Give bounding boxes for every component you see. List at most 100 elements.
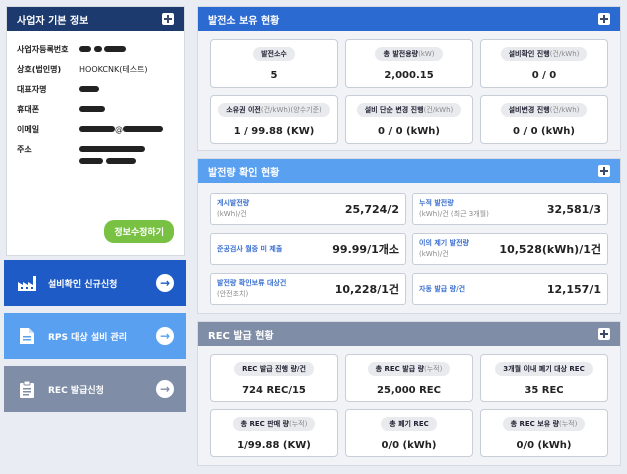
expand-plus-icon[interactable] — [598, 13, 610, 25]
user-info-panel: 사업자 기본 정보 사업자등록번호 상호(법인명) HOOKCNK(테스트) 대… — [6, 6, 185, 256]
nav-label: RPS 대상 설비 관리 — [48, 332, 128, 343]
stat-label: 설비변경 진행(건/kWh) — [500, 103, 588, 117]
gen-stat-label: 게시발전량 (kWh)/건 — [217, 199, 250, 218]
stat-value: 2,000.15 — [384, 70, 434, 81]
gen-stat-value: 12,157/1 — [546, 282, 601, 296]
plant-status-header: 발전소 보유 현황 — [198, 7, 620, 31]
gen-stat-card: 누적 발전량 (kWh)/건 (최근 3개월) 32,581/3 — [412, 193, 608, 225]
info-value: @ — [115, 124, 123, 134]
rec-status-panel: REC 발급 현황 REC 발급 진행 량/건 724 REC/15 총 REC… — [197, 321, 621, 466]
rec-stat-label: 총 REC 판매 량(누적) — [232, 417, 316, 431]
rec-stat-value: 0/0 (kWh) — [381, 440, 437, 451]
expand-plus-icon[interactable] — [598, 165, 610, 177]
rec-stat-value: 1/99.88 (KW) — [237, 440, 311, 451]
stat-label: 소유권 이전(건/kWh)(양수기준) — [218, 103, 330, 117]
stat-card: 소유권 이전(건/kWh)(양수기준) 1 / 99.88 (KW) — [210, 95, 338, 144]
rec-stat-value: 35 REC — [524, 385, 564, 396]
nav-rec-issue-application[interactable]: REC 발급신청 → — [4, 366, 186, 412]
gen-stat-value: 10,228/1건 — [334, 283, 399, 296]
stat-label: 총 발전용량(kW) — [375, 47, 443, 61]
stat-label: 설비 단순 변경 진행(건/kWh) — [356, 103, 462, 117]
nav-rps-facility-management[interactable]: RPS 대상 설비 관리 → — [4, 313, 186, 359]
info-row-ceo: 대표자명 — [17, 79, 184, 99]
gen-stat-value: 25,724/2 — [344, 202, 399, 216]
info-value-redacted — [79, 85, 99, 94]
rec-stat-card: 총 REC 보유 량(누적) 0/0 (kWh) — [480, 409, 608, 457]
info-label: 이메일 — [17, 124, 40, 134]
nav-facility-new-application[interactable]: 설비확인 신규신청 → — [4, 260, 186, 306]
info-label: 대표자명 — [17, 84, 47, 94]
stat-card: 설비확인 진행(건/kWh) 0 / 0 — [480, 39, 608, 88]
rec-stat-card: 총 폐기 REC 0/0 (kWh) — [345, 409, 473, 457]
stat-card: 설비 단순 변경 진행(건/kWh) 0 / 0 (kWh) — [345, 95, 473, 144]
gen-stat-label: 준공검사 월중 미 제출 — [217, 244, 283, 253]
info-row-email: 이메일 @ — [17, 119, 184, 139]
generation-status-panel: 발전량 확인 현황 게시발전량 (kWh)/건 25,724/2 누적 발전량 (k… — [197, 158, 621, 314]
user-info-title: 사업자 기본 정보 — [17, 15, 89, 27]
stat-label: 설비확인 진행(건/kWh) — [500, 47, 588, 61]
rec-stat-card: REC 발급 진행 량/건 724 REC/15 — [210, 354, 338, 402]
info-value-redacted — [79, 105, 105, 114]
clipboard-icon — [16, 380, 38, 398]
gen-stat-label: 발전량 확인보류 대상건 (안전조치) — [217, 279, 287, 298]
info-label: 사업자등록번호 — [17, 44, 69, 54]
generation-status-title: 발전량 확인 현황 — [208, 167, 280, 179]
factory-icon — [16, 274, 38, 292]
info-label: 주소 — [17, 145, 32, 154]
info-row-address: 주소 — [17, 139, 184, 169]
info-label: 휴대폰 — [17, 104, 40, 114]
edit-info-button[interactable]: 정보수정하기 — [104, 220, 174, 243]
stat-card: 발전소수 5 — [210, 39, 338, 88]
gen-stat-card: 게시발전량 (kWh)/건 25,724/2 — [210, 193, 406, 225]
rec-stat-value: 724 REC/15 — [242, 385, 306, 396]
gen-stat-value: 10,528(kWh)/1건 — [499, 243, 601, 256]
rec-stat-label: 총 REC 보유 량(누적) — [502, 417, 586, 431]
stat-card: 총 발전용량(kW) 2,000.15 — [345, 39, 473, 88]
user-info-header: 사업자 기본 정보 — [7, 7, 184, 31]
gen-stat-card: 자동 발급 량/건 12,157/1 — [412, 273, 608, 305]
info-label: 상호(법인명) — [17, 64, 62, 74]
plant-status-panel: 발전소 보유 현황 발전소수 5 총 발전용량(kW) 2,000.15 설비확… — [197, 6, 621, 151]
plant-status-title: 발전소 보유 현황 — [208, 15, 280, 27]
arrow-right-icon: → — [156, 380, 174, 398]
rec-status-header: REC 발급 현황 — [198, 322, 620, 346]
info-row-company: 상호(법인명) HOOKCNK(테스트) — [17, 59, 184, 79]
info-value-redacted — [79, 45, 127, 54]
stat-value: 0 / 0 (kWh) — [378, 126, 440, 137]
rec-stat-label: 총 REC 발급 량(누적) — [367, 362, 451, 376]
gen-stat-label: 이의 제기 발전량 (kWh)/건 — [419, 239, 469, 258]
rec-stat-card: 총 REC 판매 량(누적) 1/99.88 (KW) — [210, 409, 338, 457]
gen-stat-card: 발전량 확인보류 대상건 (안전조치) 10,228/1건 — [210, 273, 406, 305]
nav-label: REC 발급신청 — [48, 385, 104, 396]
rec-stat-value: 0/0 (kWh) — [516, 440, 572, 451]
rec-stat-label: 총 폐기 REC — [381, 417, 437, 431]
stat-value: 0 / 0 (kWh) — [513, 126, 575, 137]
rec-status-title: REC 발급 현황 — [208, 330, 274, 342]
gen-stat-card: 이의 제기 발전량 (kWh)/건 10,528(kWh)/1건 — [412, 233, 608, 265]
info-value-redacted — [79, 144, 145, 164]
stat-value: 5 — [270, 70, 278, 81]
rec-stat-label: 3개월 이내 폐기 대상 REC — [495, 362, 593, 376]
generation-status-header: 발전량 확인 현황 — [198, 159, 620, 183]
gen-stat-label: 자동 발급 량/건 — [419, 284, 466, 293]
rec-stat-card: 총 REC 발급 량(누적) 25,000 REC — [345, 354, 473, 402]
gen-stat-card: 준공검사 월중 미 제출 99.99/1개소 — [210, 233, 406, 265]
expand-plus-icon[interactable] — [598, 328, 610, 340]
info-row-biz-number: 사업자등록번호 — [17, 39, 184, 59]
arrow-right-icon: → — [156, 274, 174, 292]
rec-stat-card: 3개월 이내 폐기 대상 REC 35 REC — [480, 354, 608, 402]
info-value-redacted: @ — [79, 125, 163, 134]
document-icon — [16, 327, 38, 345]
stat-value: 1 / 99.88 (KW) — [233, 126, 315, 137]
info-value: HOOKCNK(테스트) — [79, 64, 148, 74]
rec-stat-value: 25,000 REC — [377, 385, 441, 396]
stat-value: 0 / 0 — [531, 70, 557, 81]
nav-label: 설비확인 신규신청 — [48, 279, 118, 290]
arrow-right-icon: → — [156, 327, 174, 345]
info-row-phone: 휴대폰 — [17, 99, 184, 119]
rec-stat-label: REC 발급 진행 량/건 — [234, 362, 314, 376]
gen-stat-label: 누적 발전량 (kWh)/건 (최근 3개월) — [419, 199, 489, 218]
stat-label: 발전소수 — [253, 47, 295, 61]
expand-plus-icon[interactable] — [162, 13, 174, 25]
gen-stat-value: 32,581/3 — [546, 202, 601, 216]
